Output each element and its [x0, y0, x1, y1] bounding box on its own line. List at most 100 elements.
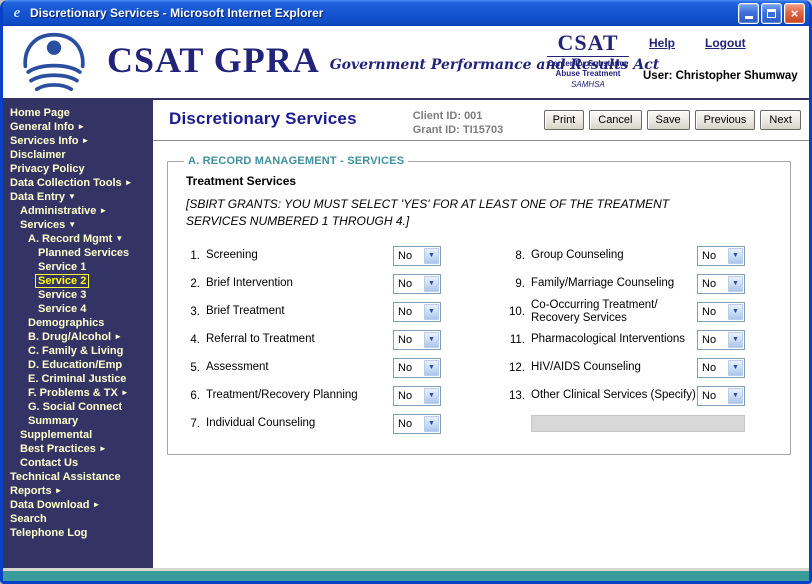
service-cell: 1.ScreeningNo▼ — [186, 246, 441, 266]
select-brief-treatment[interactable]: No▼ — [393, 302, 441, 322]
chevron-right-icon: ► — [55, 486, 63, 495]
service-number: 5. — [186, 362, 200, 374]
select-value: No — [394, 334, 412, 346]
form-rows: 1.ScreeningNo▼8.Group CounselingNo▼2.Bri… — [186, 242, 774, 438]
chevron-right-icon: ► — [99, 206, 107, 215]
chevron-down-icon: ▼ — [68, 220, 76, 229]
hhs-eagle-logo — [11, 29, 97, 95]
select-screening[interactable]: No▼ — [393, 246, 441, 266]
help-link[interactable]: Help — [649, 36, 675, 50]
sidebar-item-a-record-mgmt[interactable]: A. Record Mgmt▼ — [3, 232, 153, 246]
dropdown-arrow-icon: ▼ — [424, 360, 439, 376]
sidebar-item-g-social-connect[interactable]: G. Social Connect — [3, 400, 153, 414]
service-cell: 2.Brief InterventionNo▼ — [186, 274, 441, 294]
close-button[interactable]: × — [784, 3, 805, 24]
select-pharmacological-interventions[interactable]: No▼ — [697, 330, 745, 350]
sidebar-item-c-family-living[interactable]: C. Family & Living — [3, 344, 153, 358]
sidebar-item-label: B. Drug/Alcohol — [28, 331, 111, 343]
print-button[interactable]: Print — [544, 110, 585, 130]
sidebar-item-e-criminal-justice[interactable]: E. Criminal Justice — [3, 372, 153, 386]
sidebar-item-service-2[interactable]: Service 2 — [3, 274, 153, 288]
sidebar-item-label: G. Social Connect — [28, 401, 122, 413]
sidebar-item-technical-assistance[interactable]: Technical Assistance — [3, 470, 153, 484]
service-number: 7. — [186, 418, 200, 430]
select-individual-counseling[interactable]: No▼ — [393, 414, 441, 434]
select-brief-intervention[interactable]: No▼ — [393, 274, 441, 294]
sidebar-item-general-info[interactable]: General Info► — [3, 120, 153, 134]
sidebar-item-service-4[interactable]: Service 4 — [3, 302, 153, 316]
service-label: Referral to Treatment — [206, 333, 393, 346]
sidebar-item-label: Best Practices — [20, 443, 96, 455]
sidebar-item-contact-us[interactable]: Contact Us — [3, 456, 153, 470]
previous-button[interactable]: Previous — [695, 110, 756, 130]
sidebar-item-label: Telephone Log — [10, 527, 87, 539]
service-number: 3. — [186, 306, 200, 318]
sidebar-item-supplemental[interactable]: Supplemental — [3, 428, 153, 442]
sidebar-item-label: Data Entry — [10, 191, 65, 203]
select-value: No — [394, 306, 412, 318]
service-cell: 4.Referral to TreatmentNo▼ — [186, 330, 441, 350]
fieldset-legend: A. RECORD MANAGEMENT - SERVICES — [184, 155, 408, 167]
sidebar-item-label: Supplemental — [20, 429, 92, 441]
other-clinical-specify-input — [531, 415, 745, 432]
record-ids: Client ID: 001 Grant ID: TI15703 — [413, 109, 503, 137]
sidebar-item-data-entry[interactable]: Data Entry▼ — [3, 190, 153, 204]
service-cell: 13.Other Clinical Services (Specify)No▼ — [505, 386, 745, 406]
select-hiv-aids-counseling[interactable]: No▼ — [697, 358, 745, 378]
next-button[interactable]: Next — [760, 110, 801, 130]
sidebar-item-label: Privacy Policy — [10, 163, 85, 175]
sidebar-item-summary[interactable]: Summary — [3, 414, 153, 428]
sidebar-item-disclaimer[interactable]: Disclaimer — [3, 148, 153, 162]
dropdown-arrow-icon: ▼ — [424, 416, 439, 432]
sidebar-item-services-info[interactable]: Services Info► — [3, 134, 153, 148]
main-toolbar: Discretionary Services Client ID: 001 Gr… — [153, 100, 809, 141]
service-number: 12. — [505, 362, 525, 374]
sidebar-item-label: Contact Us — [20, 457, 78, 469]
sidebar-item-label: Planned Services — [38, 247, 129, 259]
sidebar-item-label: Services Info — [10, 135, 78, 147]
sidebar-item-planned-services[interactable]: Planned Services — [3, 246, 153, 260]
sidebar-item-telephone-log[interactable]: Telephone Log — [3, 526, 153, 540]
sidebar-item-label: Data Collection Tools — [10, 177, 122, 189]
select-value: No — [698, 306, 716, 318]
service-number: 6. — [186, 390, 200, 402]
sidebar-item-service-1[interactable]: Service 1 — [3, 260, 153, 274]
logout-link[interactable]: Logout — [705, 36, 746, 50]
csat-logo: CSAT Center for Substance Abuse Treatmen… — [541, 32, 635, 89]
select-other-clinical-services-specify[interactable]: No▼ — [697, 386, 745, 406]
sidebar-item-best-practices[interactable]: Best Practices► — [3, 442, 153, 456]
sidebar-item-service-3[interactable]: Service 3 — [3, 288, 153, 302]
chevron-right-icon: ► — [92, 500, 100, 509]
select-co-occurring-treatment[interactable]: No▼ — [697, 302, 745, 322]
sidebar-item-privacy-policy[interactable]: Privacy Policy — [3, 162, 153, 176]
sidebar-item-d-education-emp[interactable]: D. Education/Emp — [3, 358, 153, 372]
save-button[interactable]: Save — [647, 110, 690, 130]
sidebar-item-search[interactable]: Search — [3, 512, 153, 526]
maximize-button[interactable] — [761, 3, 782, 24]
minimize-button[interactable] — [738, 3, 759, 24]
sbirt-note: [SBIRT GRANTS: YOU MUST SELECT 'YES' FOR… — [186, 196, 726, 230]
treatment-service-row: 3.Brief TreatmentNo▼10.Co-Occurring Trea… — [186, 298, 774, 326]
sidebar-item-reports[interactable]: Reports► — [3, 484, 153, 498]
sidebar-item-administrative[interactable]: Administrative► — [3, 204, 153, 218]
select-assessment[interactable]: No▼ — [393, 358, 441, 378]
select-referral-to-treatment[interactable]: No▼ — [393, 330, 441, 350]
sidebar-item-home-page[interactable]: Home Page — [3, 106, 153, 120]
sidebar-item-label: A. Record Mgmt — [28, 233, 112, 245]
sidebar-item-f-problems-tx[interactable]: F. Problems & TX► — [3, 386, 153, 400]
select-treatment-recovery-planning[interactable]: No▼ — [393, 386, 441, 406]
select-group-counseling[interactable]: No▼ — [697, 246, 745, 266]
maximize-icon — [767, 9, 776, 18]
titlebar[interactable]: e Discretionary Services - Microsoft Int… — [3, 0, 809, 26]
csat-logo-title: CSAT — [541, 32, 635, 54]
sidebar-item-data-collection-tools[interactable]: Data Collection Tools► — [3, 176, 153, 190]
select-family-marriage-counseling[interactable]: No▼ — [697, 274, 745, 294]
form-content: A. RECORD MANAGEMENT - SERVICES Treatmen… — [153, 141, 809, 568]
cancel-button[interactable]: Cancel — [589, 110, 641, 130]
sidebar-item-services[interactable]: Services▼ — [3, 218, 153, 232]
sidebar-item-demographics[interactable]: Demographics — [3, 316, 153, 330]
sidebar-item-b-drug-alcohol[interactable]: B. Drug/Alcohol► — [3, 330, 153, 344]
sidebar-item-label: Reports — [10, 485, 52, 497]
header-links: Help Logout — [649, 36, 746, 50]
sidebar-item-data-download[interactable]: Data Download► — [3, 498, 153, 512]
